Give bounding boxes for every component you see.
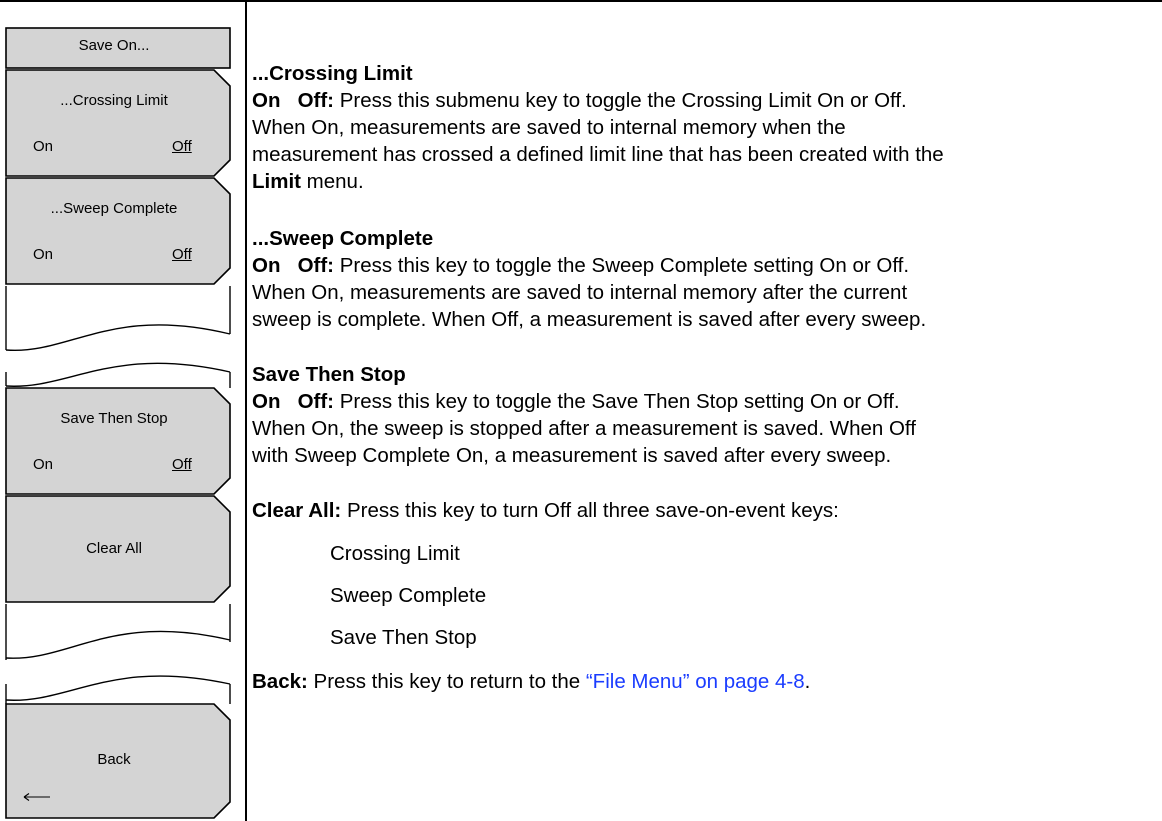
- save-then-stop-heading: Save Then Stop: [252, 363, 406, 386]
- menu-title: Save On...: [78, 37, 150, 54]
- back-section: Back: Press this key to return to the “F…: [252, 668, 1157, 695]
- on-label: On: [252, 89, 281, 112]
- clear-all-text: Press this key to turn Off all three sav…: [341, 499, 839, 522]
- clear-all-term: Clear All:: [252, 499, 342, 522]
- crossing-limit-off: Off: [172, 138, 192, 155]
- limit-word: Limit: [252, 170, 301, 193]
- save-then-stop-line-1: On Off: Press this key to toggle the Sav…: [252, 388, 1157, 415]
- sweep-complete-heading: ...Sweep Complete: [252, 227, 434, 250]
- save-then-stop-text-1: Press this key to toggle the Save Then S…: [334, 390, 900, 413]
- sweep-complete-section: ...Sweep Complete On Off: Press this key…: [252, 225, 1157, 333]
- sweep-complete-line-1: On Off: Press this key to toggle the Swe…: [252, 252, 1157, 279]
- save-then-stop-on: On: [33, 456, 54, 473]
- sweep-complete-line-3: sweep is complete. When Off, a measureme…: [252, 308, 927, 331]
- sweep-complete-text-1: Press this key to toggle the Sweep Compl…: [334, 254, 910, 277]
- crossing-limit-section: ...Crossing Limit On Off: Press this sub…: [252, 60, 1157, 195]
- save-then-stop-off: Off: [172, 456, 192, 473]
- back-term: Back:: [252, 670, 308, 693]
- back-text: Press this key to return to the: [307, 670, 586, 693]
- off-label: Off:: [297, 254, 334, 277]
- crossing-limit-text-4: menu.: [300, 170, 364, 193]
- off-label: Off:: [297, 89, 334, 112]
- crossing-limit-line-4: Limit menu.: [252, 168, 1157, 195]
- save-then-stop-line-3: with Sweep Complete On, a measurement is…: [252, 444, 892, 467]
- on-label: On: [252, 390, 281, 413]
- crossing-limit-text-1: Press this submenu key to toggle the Cro…: [334, 89, 907, 112]
- off-label: Off:: [297, 390, 334, 413]
- left-arrow-icon: [23, 793, 50, 801]
- sweep-complete-key-shape[interactable]: [5, 177, 231, 285]
- empty-slot-wave-3: [5, 630, 231, 659]
- crossing-limit-line-3: measurement has crossed a defined limit …: [252, 143, 944, 166]
- crossing-limit-key-shape[interactable]: [5, 69, 231, 177]
- clear-all-section: Clear All: Press this key to turn Off al…: [252, 497, 1157, 524]
- save-then-stop-label: Save Then Stop: [60, 410, 168, 427]
- crossing-limit-heading: ...Crossing Limit: [252, 62, 413, 85]
- crossing-limit-label: ...Crossing Limit: [60, 92, 168, 109]
- sweep-complete-label: ...Sweep Complete: [50, 200, 178, 217]
- on-label: On: [252, 254, 281, 277]
- clear-all-item: Crossing Limit: [330, 542, 460, 565]
- softkey-menu: Save On... ...Crossing Limit On Off ...S…: [0, 0, 245, 821]
- empty-slot-wave-1: [5, 324, 231, 352]
- clear-all-item: Sweep Complete: [330, 584, 487, 607]
- back-label: Back: [97, 751, 131, 768]
- clear-all-item: Save Then Stop: [330, 626, 477, 649]
- clear-all-label: Clear All: [86, 540, 142, 557]
- sweep-complete-on: On: [33, 246, 54, 263]
- empty-slot-wave-2: [5, 362, 231, 387]
- save-then-stop-key-shape[interactable]: [5, 387, 231, 495]
- crossing-limit-on: On: [33, 138, 54, 155]
- empty-slot-wave-4: [5, 675, 231, 701]
- save-then-stop-section: Save Then Stop On Off: Press this key to…: [252, 361, 1157, 469]
- crossing-limit-line-2: When On, measurements are saved to inter…: [252, 116, 846, 139]
- file-menu-link[interactable]: “File Menu” on page 4-8: [586, 670, 805, 693]
- save-then-stop-line-2: When On, the sweep is stopped after a me…: [252, 417, 916, 440]
- sweep-complete-line-2: When On, measurements are saved to inter…: [252, 281, 908, 304]
- sweep-complete-off: Off: [172, 246, 192, 263]
- back-end: .: [804, 670, 811, 693]
- column-divider: [245, 0, 247, 821]
- crossing-limit-line-1: On Off: Press this submenu key to toggle…: [252, 87, 1157, 114]
